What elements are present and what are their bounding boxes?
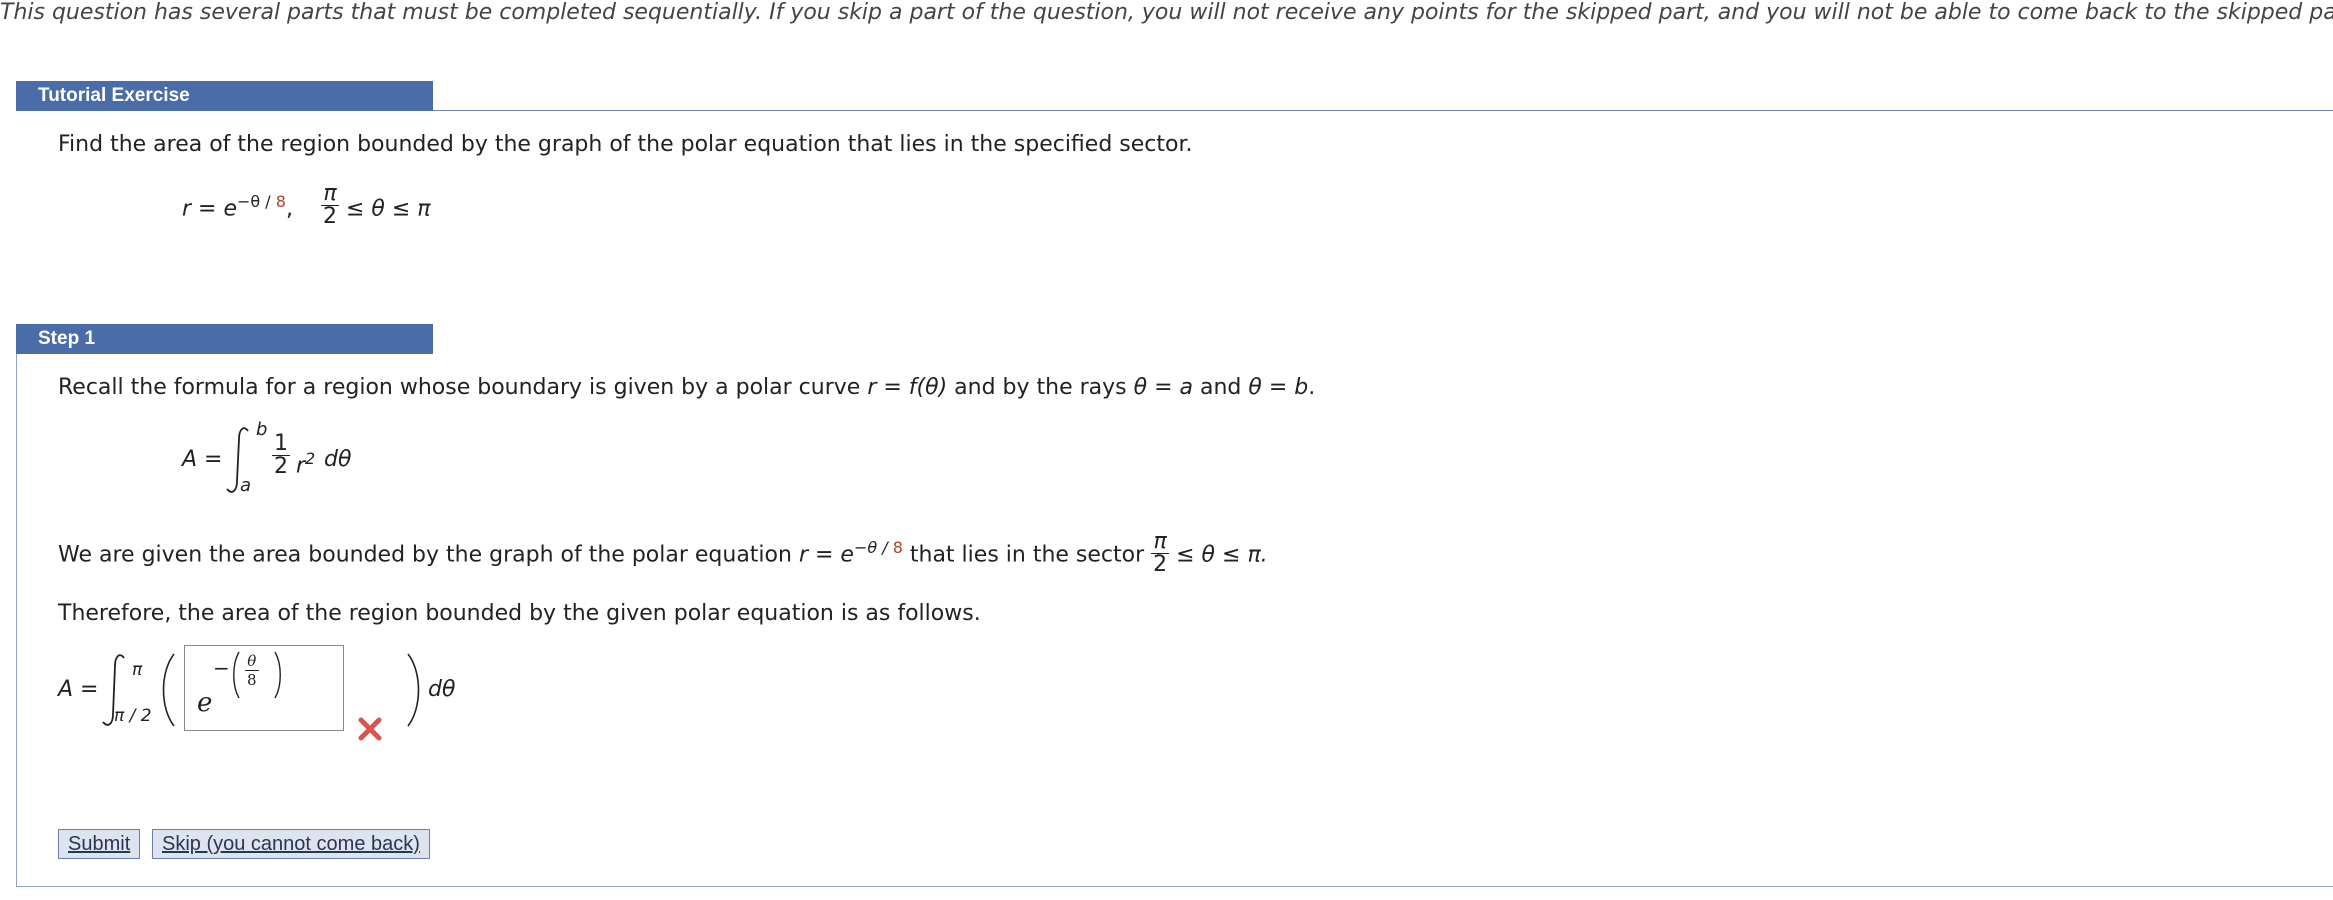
step1-recall: Recall the formula for a region whose bo… (58, 375, 1315, 400)
formula-half-num: 1 (274, 431, 288, 456)
tutorial-equation: r = e−θ / 8, π 2 ≤ θ ≤ π (182, 183, 431, 232)
input-minus: − (213, 656, 230, 680)
formula-half-den: 2 (272, 454, 290, 479)
equation-exponent-value: 8 (275, 192, 286, 212)
equation-frac-den: 2 (320, 204, 339, 229)
step1-header: Step 1 (16, 324, 433, 354)
answer-lhs: A = (58, 677, 99, 702)
equation-comma: , (285, 196, 293, 222)
formula-power: 2 (305, 449, 316, 468)
answer-upper-limit: π (132, 660, 143, 680)
given-fraction: π 2 (1151, 529, 1170, 577)
recall-text-4: . (1308, 375, 1316, 400)
submit-button[interactable]: Submit (58, 829, 141, 859)
formula-dtheta: dθ (324, 447, 352, 472)
input-exp-num: θ (247, 652, 257, 670)
given-exp-value: 8 (892, 538, 903, 558)
right-paren (407, 653, 420, 727)
tutorial-prompt: Find the area of the region bounded by t… (58, 132, 1193, 157)
recall-ray-a: θ = a (1133, 375, 1193, 400)
recall-ray-b: θ = b (1248, 375, 1309, 400)
given-frac-den: 2 (1151, 552, 1170, 577)
given-exp-prefix: −θ / (853, 538, 893, 558)
tutorial-header: Tutorial Exercise (16, 81, 433, 111)
formula-upper-limit: b (256, 419, 268, 440)
input-base-e: e (197, 688, 213, 718)
equation-lhs: r = e (182, 196, 237, 222)
answer-dtheta: dθ (428, 677, 456, 702)
given-tail: ≤ θ ≤ π. (1169, 542, 1268, 568)
formula-integrand: r2 (296, 449, 315, 478)
answer-lower-limit: π / 2 (114, 706, 152, 726)
left-paren (162, 653, 175, 727)
given-eq: r = e (798, 542, 854, 568)
equation-range: ≤ θ ≤ π (345, 196, 431, 222)
step1-given: We are given the area bounded by the gra… (58, 529, 1268, 578)
recall-text-1: Recall the formula for a region whose bo… (58, 375, 868, 400)
skip-button[interactable]: Skip (you cannot come back) (152, 829, 430, 859)
area-formula: A = b a 1 2 r2 dθ (182, 419, 382, 496)
equation-exponent-prefix: −θ / (237, 192, 276, 212)
formula-lower-limit: a (240, 475, 252, 496)
formula-lhs: A = (182, 447, 223, 472)
equation-frac-num: π (323, 181, 337, 206)
recall-text-3: and (1193, 375, 1249, 400)
given-text-1: We are given the area bounded by the gra… (58, 542, 799, 568)
sequential-notice: This question has several parts that mus… (0, 0, 2333, 25)
given-text-2: that lies in the sector (902, 542, 1152, 568)
recall-curve: r = f(θ) (867, 375, 948, 400)
equation-fraction: π 2 (320, 181, 339, 229)
input-exp-den: 8 (245, 670, 259, 689)
formula-r: r (296, 453, 306, 479)
input-exp-fraction: θ 8 (245, 652, 259, 689)
step1-therefore: Therefore, the area of the region bounde… (58, 601, 981, 626)
answer-input[interactable]: e − θ 8 (184, 645, 344, 731)
incorrect-x-icon (358, 717, 382, 741)
formula-half: 1 2 (272, 433, 290, 478)
given-frac-num: π (1153, 529, 1167, 554)
recall-text-2: and by the rays (947, 375, 1134, 400)
